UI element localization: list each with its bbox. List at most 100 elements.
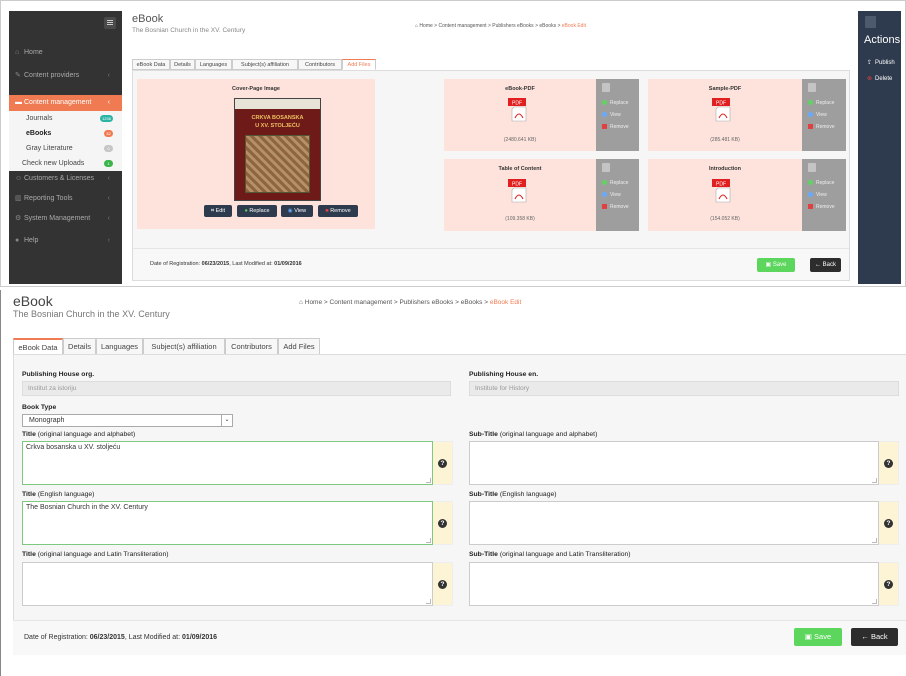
sidebar-item-home[interactable]: ⌂ Home [9,45,122,61]
tab-languages[interactable]: Languages [195,59,232,70]
sidebar-sub-journals[interactable]: Journals 1236 [9,111,122,126]
sidebar-item-customers[interactable]: ☺ Customers & Licenses ‹ [9,171,122,187]
help-icon[interactable]: ? [884,519,893,528]
breadcrumb-current: eBook Edit [561,23,586,29]
replace-link[interactable]: Replace [808,100,834,106]
tab-add-files[interactable]: Add Files [278,338,320,355]
breadcrumb-separator: > [535,23,538,29]
breadcrumb-publishers-ebooks[interactable]: Publishers eBooks [492,23,533,29]
remove-link[interactable]: Remove [808,204,835,210]
breadcrumb-publishers-ebooks[interactable]: Publishers eBooks [399,299,453,306]
cover-artwork [245,135,310,193]
save-button[interactable]: ▣ Save [794,628,842,646]
chevron-left-icon: ‹ [107,72,110,79]
help-icon[interactable]: ? [884,459,893,468]
breadcrumb-ebooks[interactable]: eBooks [461,299,483,306]
file-icon [602,163,610,172]
cover-edit-button[interactable]: ⌗ Edit [204,205,232,217]
sidebar-item-system[interactable]: ⚙ System Management ‹ [9,211,122,227]
tab-add-files[interactable]: Add Files [342,59,376,70]
delete-icon [602,204,607,210]
tab-details[interactable]: Details [170,59,195,70]
breadcrumb-ebooks[interactable]: eBooks [539,23,556,29]
publishing-house-org-field: Institut za istoriju [22,381,451,396]
delete-button[interactable]: ⊗ Delete [867,75,892,82]
resize-handle[interactable] [872,538,877,543]
publish-button[interactable]: ⇪ Publish [867,59,895,66]
remove-link[interactable]: Remove [602,124,629,130]
view-link[interactable]: View [602,192,621,198]
sidebar-sub-check-uploads[interactable]: Check new Uploads 1 [9,156,122,171]
resize-handle[interactable] [426,538,431,543]
resize-handle[interactable] [872,599,877,604]
pdf-icon[interactable]: PDF [712,98,734,122]
tab-contributors[interactable]: Contributors [225,338,278,355]
sidebar-item-help[interactable]: ● Help ‹ [9,233,122,249]
title-latin-textarea[interactable] [22,562,433,606]
help-icon[interactable]: ? [438,519,447,528]
chevron-down-icon: ⌄ [221,415,232,426]
help-icon[interactable]: ? [438,459,447,468]
refresh-icon [602,180,607,186]
tab-subjects[interactable]: Subject(s) affiliation [232,59,298,70]
back-button[interactable]: ← Back [810,258,841,272]
sidebar-item-reporting[interactable]: ▥ Reporting Tools ‹ [9,191,122,207]
title-en-textarea[interactable]: The Bosnian Church in the XV. Century [22,501,433,545]
sidebar-sub-ebooks[interactable]: eBooks 32 [9,126,122,141]
cover-image[interactable]: CRKVA BOSANSKA U XV. STOLJEĆU [234,98,321,201]
resize-handle[interactable] [872,478,877,483]
sidebar-item-content-providers[interactable]: ✎ Content providers ‹ [9,68,122,84]
count-badge: 1236 [100,115,113,122]
chevron-down-icon: ‹ [107,99,110,106]
view-link[interactable]: View [602,112,621,118]
pdf-icon[interactable]: PDF [508,179,530,203]
toc-size: (109.358 KB) [505,216,535,222]
save-button[interactable]: ▣ Save [757,258,795,272]
pdf-icon[interactable]: PDF [508,98,530,122]
chart-icon: ▥ [15,195,22,202]
resize-handle[interactable] [426,478,431,483]
replace-link[interactable]: Replace [602,180,628,186]
help-icon[interactable]: ? [438,580,447,589]
cover-replace-button[interactable]: ● Replace [237,205,277,217]
book-type-select[interactable]: Monograph ⌄ [22,414,233,427]
subtitle-en-textarea[interactable] [469,501,879,545]
subtitle-latin-textarea[interactable] [469,562,879,606]
sidebar-item-content-management[interactable]: ▬ Content management ‹ [9,95,122,111]
tab-ebook-data[interactable]: eBook Data [132,59,170,70]
book-type-label: Book Type [22,404,57,411]
remove-link[interactable]: Remove [602,204,629,210]
breadcrumb-separator: > [455,299,459,306]
menu-toggle-icon[interactable] [104,17,116,29]
help-box: ? [433,562,453,606]
refresh-icon [602,100,607,106]
breadcrumb-home[interactable]: Home [305,299,322,306]
cover-view-button[interactable]: ◉ View [281,205,313,217]
breadcrumb-home[interactable]: Home [419,23,432,29]
resize-handle[interactable] [426,599,431,604]
chevron-left-icon: ‹ [107,195,110,202]
view-link[interactable]: View [808,192,827,198]
introduction-actions: Replace View Remove [802,159,846,231]
view-link[interactable]: View [808,112,827,118]
breadcrumb-content-management[interactable]: Content management [438,23,486,29]
tab-subjects[interactable]: Subject(s) affiliation [143,338,225,355]
replace-link[interactable]: Replace [602,100,628,106]
breadcrumb-content-management[interactable]: Content management [330,299,393,306]
pdf-icon[interactable]: PDF [712,179,734,203]
tab-details[interactable]: Details [63,338,96,355]
file-icon [808,163,816,172]
sidebar-sub-gray-literature[interactable]: Gray Literature 0 [9,141,122,156]
cover-remove-button[interactable]: ■ Remove [318,205,358,217]
subtitle-orig-textarea[interactable] [469,441,879,485]
tab-contributors[interactable]: Contributors [298,59,342,70]
replace-link[interactable]: Replace [808,180,834,186]
tab-languages[interactable]: Languages [96,338,143,355]
title-orig-textarea[interactable]: Crkva bosanska u XV. stoljeću [22,441,433,485]
back-button[interactable]: ← Back [851,628,898,646]
eye-icon [602,112,607,118]
help-icon[interactable]: ? [884,580,893,589]
remove-link[interactable]: Remove [808,124,835,130]
tab-ebook-data[interactable]: eBook Data [13,338,63,355]
arrow-left-icon: ← [861,632,871,641]
